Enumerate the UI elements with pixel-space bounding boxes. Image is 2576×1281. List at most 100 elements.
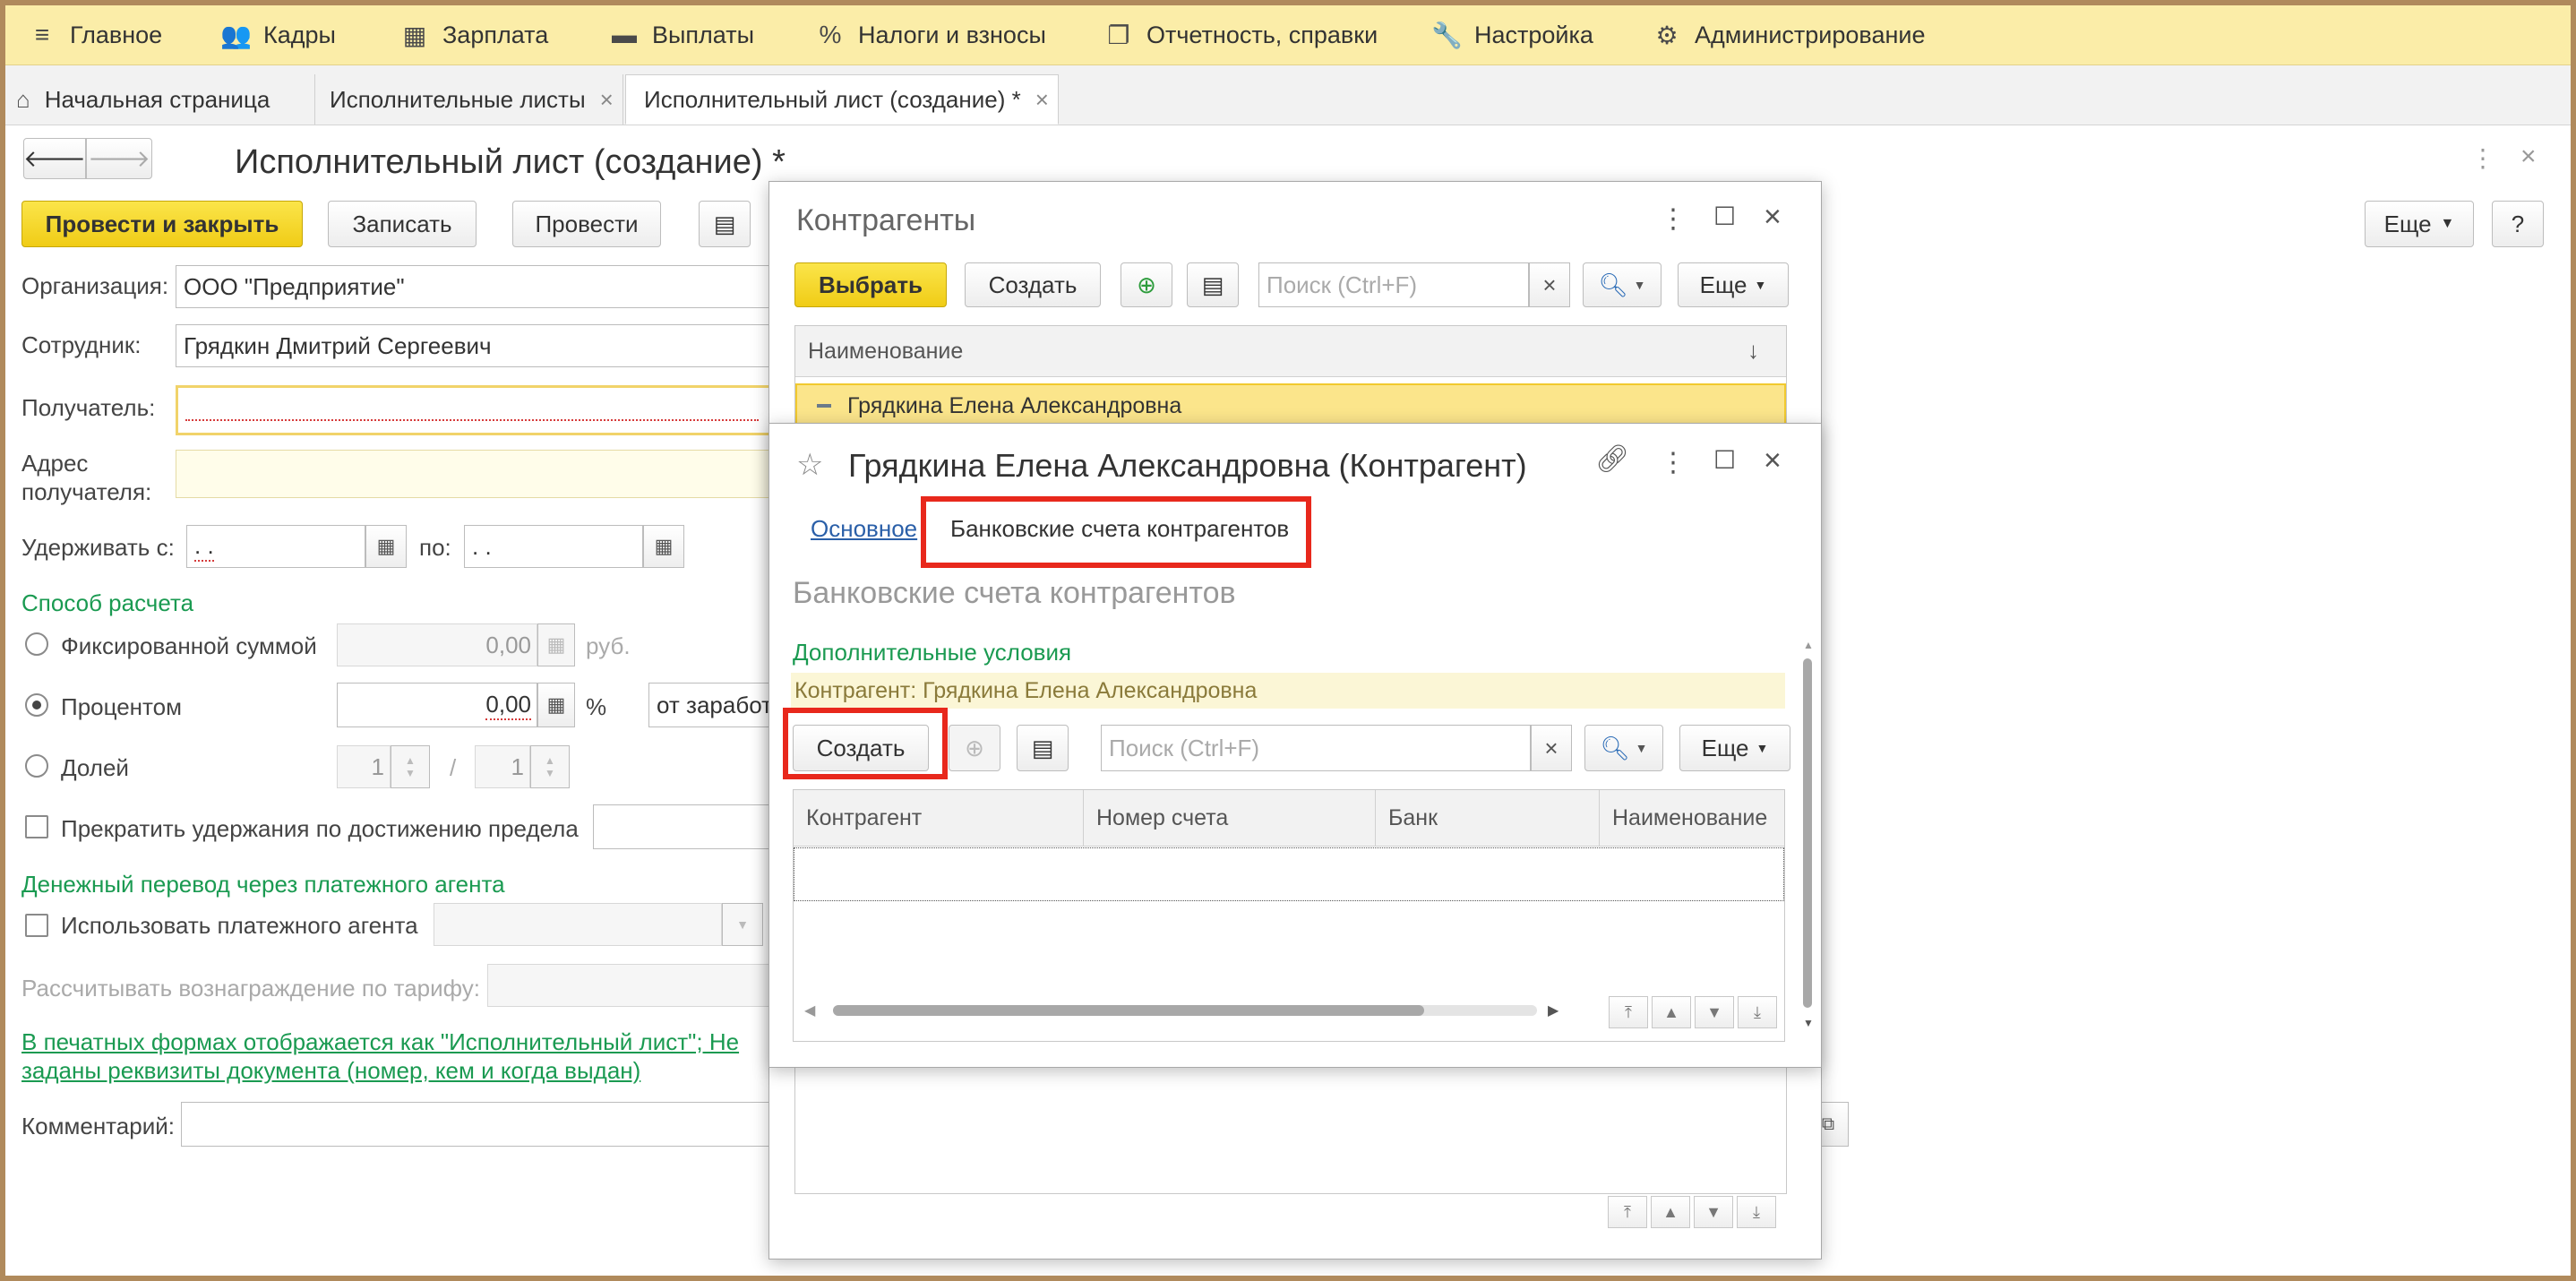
recipient-field[interactable] <box>176 385 785 435</box>
column-bank[interactable]: Банк <box>1376 790 1600 846</box>
column-name[interactable]: Наименование <box>795 326 1786 376</box>
more-vert-icon[interactable]: ⋮ <box>1660 203 1687 235</box>
page-up-icon[interactable]: ▲ <box>1651 1196 1690 1228</box>
section-main[interactable]: ≡ Главное <box>27 5 162 64</box>
section-salary[interactable]: ▦ Зарплата <box>399 5 548 64</box>
report-button[interactable]: ▤ <box>699 201 751 247</box>
search-input[interactable]: Поиск (Ctrl+F) <box>1258 262 1529 307</box>
document-icon[interactable]: ▤ <box>1017 725 1069 771</box>
share-denominator[interactable]: 1 <box>475 745 530 788</box>
radio-share[interactable] <box>25 754 48 778</box>
close-icon[interactable]: × <box>2520 142 2537 172</box>
spinner-icon[interactable]: ▲ ▼ <box>391 745 430 788</box>
sort-icon[interactable]: ↓ <box>1747 337 1759 365</box>
calculator-icon[interactable]: ▦ <box>537 683 575 727</box>
calendar-icon[interactable]: ▦ <box>643 525 684 568</box>
table-row[interactable] <box>794 847 1784 901</box>
hold-to-field[interactable]: . . <box>464 525 643 568</box>
section-heading: Банковские счета контрагентов <box>793 576 1236 610</box>
help-button[interactable]: ? <box>2492 201 2544 247</box>
address-field[interactable] <box>176 450 785 498</box>
post-button[interactable]: Провести <box>512 201 661 247</box>
calculator-icon: ▦ <box>402 21 427 49</box>
tab-writ-create[interactable]: Исполнительный лист (создание) * × <box>625 74 1059 125</box>
first-page-icon[interactable]: ⤒ <box>1608 1196 1647 1228</box>
close-icon[interactable]: × <box>1035 86 1049 114</box>
star-icon[interactable]: ☆ <box>796 447 823 483</box>
maximize-icon[interactable]: ☐ <box>1713 202 1736 231</box>
section-admin[interactable]: ⚙ Администрирование <box>1652 5 1925 64</box>
more-button[interactable]: Еще ▼ <box>1678 262 1789 307</box>
tab-main[interactable]: Основное <box>811 515 917 543</box>
stop-checkbox[interactable] <box>25 815 48 838</box>
tab-writs[interactable]: Исполнительные листы × <box>315 74 623 125</box>
search-icon[interactable]: 🔍︎ ▼ <box>1583 262 1662 307</box>
last-page-icon[interactable]: ⤓ <box>1738 996 1777 1028</box>
scroll-down-icon[interactable]: ▼ <box>1803 1017 1814 1029</box>
more-button[interactable]: Еще ▼ <box>2365 201 2474 247</box>
tariff-field[interactable] <box>487 964 792 1007</box>
radio-fixed[interactable] <box>25 632 48 656</box>
hold-from-field[interactable]: . . <box>186 525 365 568</box>
extra-conditions-link[interactable]: Дополнительные условия <box>793 639 1071 666</box>
forward-button[interactable]: 🡒 <box>86 138 152 179</box>
scrollbar-thumb[interactable] <box>833 1005 1424 1016</box>
more-button[interactable]: Еще ▼ <box>1679 725 1790 771</box>
back-button[interactable]: 🡐 <box>23 138 86 179</box>
search-input[interactable]: Поиск (Ctrl+F) <box>1101 725 1531 771</box>
post-close-button[interactable]: Провести и закрыть <box>21 201 303 247</box>
close-icon[interactable]: × <box>1764 443 1782 478</box>
limit-field[interactable] <box>593 804 790 849</box>
agent-field[interactable] <box>434 903 722 946</box>
search-icon[interactable]: 🔍︎ ▼ <box>1584 725 1663 771</box>
scrollbar-thumb[interactable] <box>1803 658 1812 1008</box>
first-page-icon[interactable]: ⤒ <box>1609 996 1648 1028</box>
clear-search-icon[interactable]: × <box>1531 725 1572 771</box>
section-reports[interactable]: ❐ Отчетность, справки <box>1103 5 1378 64</box>
horizontal-scrollbar[interactable] <box>833 1005 1537 1016</box>
clear-search-icon[interactable]: × <box>1529 262 1570 307</box>
maximize-icon[interactable]: ☐ <box>1713 445 1736 475</box>
column-account-number[interactable]: Номер счета <box>1084 790 1376 846</box>
scroll-left-icon[interactable]: ◀ <box>804 1002 815 1019</box>
section-payments[interactable]: ▬ Выплаты <box>609 5 754 64</box>
create-button[interactable]: Создать <box>965 262 1101 307</box>
document-icon[interactable]: ▤ <box>1187 262 1239 307</box>
section-settings[interactable]: 🔧 Настройка <box>1431 5 1593 64</box>
more-vert-icon[interactable]: ⋮ <box>1660 447 1687 478</box>
table-row[interactable]: Грядкина Елена Александровна <box>795 383 1786 428</box>
page-down-icon[interactable]: ▼ <box>1695 996 1734 1028</box>
section-taxes[interactable]: % Налоги и взносы <box>815 5 1046 64</box>
radio-percent[interactable] <box>25 693 48 717</box>
column-counterparty[interactable]: Контрагент <box>794 790 1084 846</box>
calculator-icon[interactable]: ▦ <box>537 623 575 666</box>
close-icon[interactable]: × <box>600 86 614 114</box>
close-icon[interactable]: × <box>1764 200 1782 235</box>
section-hr[interactable]: 👥 Кадры <box>220 5 336 64</box>
copy-icon[interactable]: ⊕ <box>949 725 1000 771</box>
dropdown-arrow-icon[interactable]: ▼ <box>722 903 763 946</box>
share-numerator[interactable]: 1 <box>337 745 391 788</box>
page-down-icon[interactable]: ▼ <box>1694 1196 1733 1228</box>
last-page-icon[interactable]: ⤓ <box>1737 1196 1776 1228</box>
column-name[interactable]: Наименование <box>1600 790 1784 846</box>
link-icon[interactable]: 🔗︎ <box>1595 443 1629 475</box>
scroll-up-icon[interactable]: ▲ <box>1803 639 1814 651</box>
page-up-icon[interactable]: ▲ <box>1652 996 1691 1028</box>
vertical-scrollbar[interactable]: ▲ ▼ <box>1801 639 1814 1033</box>
fixed-amount-field[interactable]: 0,00 <box>337 623 537 666</box>
org-field[interactable]: ООО "Предприятие" <box>176 265 785 308</box>
print-forms-link-1[interactable]: В печатных формах отображается как "Испо… <box>21 1028 739 1056</box>
percent-field[interactable]: 0,00 <box>337 683 537 727</box>
select-button[interactable]: Выбрать <box>794 262 947 307</box>
scroll-right-icon[interactable]: ▶ <box>1548 1002 1558 1019</box>
print-forms-link-2[interactable]: заданы реквизиты документа (номер, кем и… <box>21 1057 640 1085</box>
use-agent-checkbox[interactable] <box>25 914 48 937</box>
employee-field[interactable]: Грядкин Дмитрий Сергеевич <box>176 324 785 367</box>
tab-home[interactable]: ⌂ Начальная страница <box>5 74 315 125</box>
spinner-icon[interactable]: ▲ ▼ <box>530 745 570 788</box>
more-vert-icon[interactable]: ⋮ <box>2470 143 2495 173</box>
save-button[interactable]: Записать <box>328 201 477 247</box>
copy-icon[interactable]: ⊕ <box>1121 262 1172 307</box>
calendar-icon[interactable]: ▦ <box>365 525 407 568</box>
